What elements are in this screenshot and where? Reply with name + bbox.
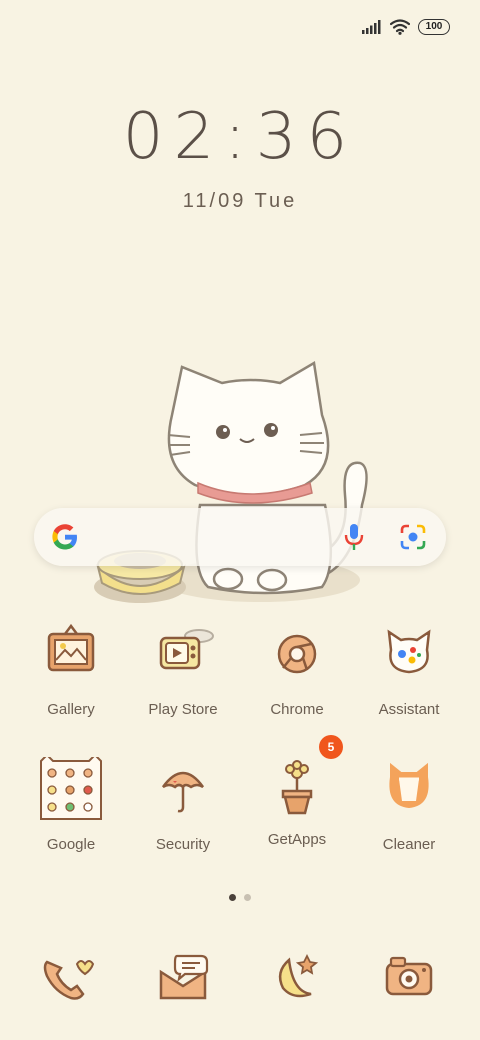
app-label: Security xyxy=(155,836,211,853)
app-assistant[interactable]: Assistant xyxy=(354,622,464,718)
app-cleaner[interactable]: Cleaner xyxy=(354,757,464,853)
app-play-store[interactable]: Play Store xyxy=(128,622,238,718)
google-g-icon xyxy=(52,524,77,550)
status-bar: 100 xyxy=(362,14,450,40)
signal-icon xyxy=(362,20,381,34)
page-dot xyxy=(244,894,251,901)
chrome-icon xyxy=(277,634,317,674)
google-lens-icon[interactable] xyxy=(400,524,426,550)
app-getapps[interactable]: 5 GetApps xyxy=(242,735,352,848)
clock-date[interactable]: 11/09 Tue xyxy=(0,190,480,213)
app-label: GetApps xyxy=(267,831,327,848)
dock-messages[interactable] xyxy=(128,952,238,1007)
notification-badge: 5 xyxy=(319,735,343,759)
app-label: Cleaner xyxy=(382,836,436,853)
app-label: Play Store xyxy=(148,701,218,718)
google-search-bar[interactable] xyxy=(34,508,446,566)
app-google-folder[interactable]: Google xyxy=(16,753,126,853)
page-dot-active xyxy=(229,894,236,901)
app-label: Gallery xyxy=(47,701,95,718)
app-gallery[interactable]: Gallery xyxy=(16,622,126,718)
phone-icon xyxy=(43,960,95,1000)
play-store-icon xyxy=(159,629,214,670)
wifi-icon xyxy=(390,19,410,35)
page-indicator xyxy=(0,894,480,901)
clock-time[interactable]: 02:36 xyxy=(0,100,480,174)
dock-phone[interactable] xyxy=(12,952,122,1007)
security-umbrella-icon xyxy=(161,771,205,813)
google-folder-icon xyxy=(40,753,102,820)
voice-search-mic-icon[interactable] xyxy=(344,523,364,551)
getapps-flowerpot-icon xyxy=(281,760,313,815)
battery-indicator: 100 xyxy=(418,19,450,35)
app-label: Assistant xyxy=(378,701,440,718)
app-label: Google xyxy=(46,836,96,853)
dock-themes[interactable] xyxy=(242,952,352,1007)
messages-icon xyxy=(159,954,209,1000)
assistant-icon xyxy=(387,629,431,674)
app-security[interactable]: Security xyxy=(128,757,238,853)
cat-wallpaper xyxy=(94,360,368,603)
dock-camera[interactable] xyxy=(354,952,464,1007)
getapps-icon-wrapper: 5 xyxy=(265,735,343,821)
camera-icon xyxy=(385,956,433,996)
cleaner-icon xyxy=(389,762,429,809)
app-chrome[interactable]: Chrome xyxy=(242,622,352,718)
app-label: Chrome xyxy=(270,701,324,718)
gallery-icon xyxy=(47,623,95,672)
moon-star-icon xyxy=(278,953,319,998)
